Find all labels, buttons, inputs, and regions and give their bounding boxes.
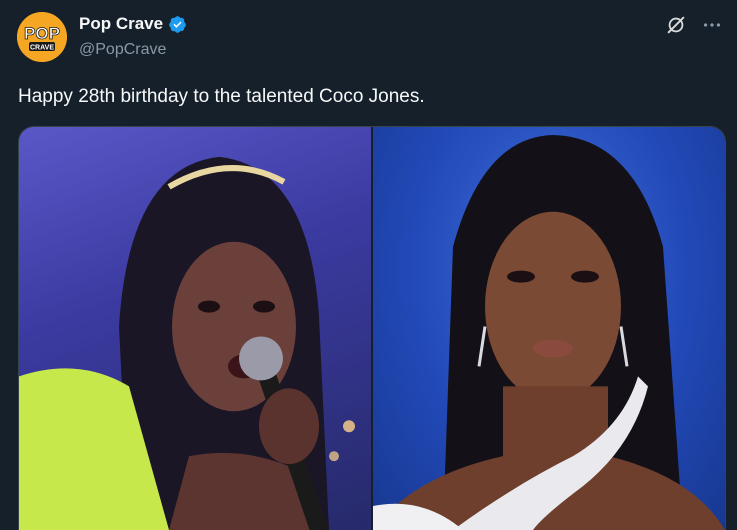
avatar-text-top: POP <box>24 24 60 43</box>
handle[interactable]: @PopCrave <box>79 41 166 59</box>
avatar-text-bottom: CRAVE <box>30 45 54 52</box>
verified-badge-icon <box>168 15 187 34</box>
tweet: POP CRAVE Pop Crave @PopCrave Happy 28th… <box>0 0 737 530</box>
photo-left[interactable] <box>19 127 371 530</box>
more-icon[interactable] <box>701 14 723 36</box>
grok-icon[interactable] <box>665 14 687 36</box>
name-row: Pop Crave <box>79 14 187 34</box>
tweet-text: Happy 28th birthday to the talented Coco… <box>18 86 425 107</box>
photo-left-illustration <box>19 156 355 530</box>
pop-crave-logo: POP CRAVE <box>17 12 67 62</box>
avatar[interactable]: POP CRAVE <box>17 12 67 62</box>
photo-right-illustration <box>373 134 725 530</box>
tweet-actions <box>665 14 723 36</box>
display-name[interactable]: Pop Crave <box>79 14 163 34</box>
media-grid <box>18 126 726 530</box>
photo-right[interactable] <box>373 127 725 530</box>
